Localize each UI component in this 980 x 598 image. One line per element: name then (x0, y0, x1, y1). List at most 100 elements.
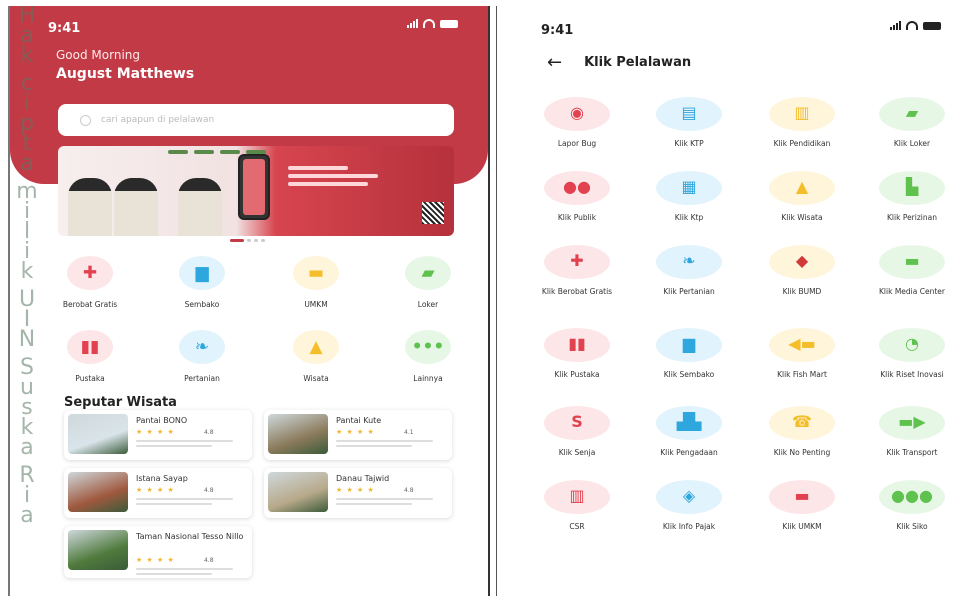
service-item[interactable]: ▬▶ Klik Transport (857, 406, 967, 472)
place-description (336, 440, 444, 450)
medkit-icon: ✚ (570, 251, 584, 270)
service-item[interactable]: ▙ Klik Perizinan (857, 171, 967, 237)
back-arrow-icon[interactable]: ← (547, 52, 562, 73)
watermark-text: Hak cipta milik UIN Suska Ria (16, 6, 38, 528)
carousel-dot[interactable] (230, 239, 244, 242)
emblem-icon: ◆ (795, 251, 809, 270)
section-title: Seputar Wisata (64, 395, 177, 410)
service-label: Klik Info Pajak (662, 522, 716, 531)
menu-item[interactable]: ▲ Wisata (266, 330, 366, 390)
place-thumbnail (268, 472, 328, 512)
rating-value: 4.8 (404, 487, 414, 494)
menu-label: UMKM (304, 300, 328, 309)
service-item[interactable]: ▦ Klik Ktp (634, 171, 744, 237)
service-item[interactable]: ▥ CSR (522, 480, 632, 546)
fish-icon: ◀▬ (788, 334, 816, 353)
tourism-icon: ▲ (795, 177, 809, 196)
service-item[interactable]: ◔ Klik Riset Inovasi (857, 328, 967, 394)
menu-item[interactable]: ••• Lainnya (378, 330, 478, 390)
menu-label: Berobat Gratis (62, 300, 118, 309)
service-label: Klik Pengadaan (660, 448, 718, 457)
service-item[interactable]: ▆ Klik Sembako (634, 328, 744, 394)
service-item[interactable]: ☎ Klik No Penting (747, 406, 857, 472)
service-item[interactable]: ▤ Klik KTP (634, 97, 744, 163)
place-name: Taman Nasional Tesso Nillo (136, 532, 244, 541)
service-label: Klik Fish Mart (777, 370, 827, 379)
place-name: Danau Tajwid (336, 474, 390, 483)
menu-label: Wisata (303, 374, 329, 383)
carousel-indicator[interactable] (230, 239, 265, 242)
store-icon: ▬ (794, 486, 810, 505)
tourism-icon: ▲ (309, 337, 323, 357)
service-label: Klik Loker (893, 139, 931, 148)
place-card[interactable]: Danau Tajwid ★ ★ ★ ★ 4.8 (264, 468, 452, 518)
people-icon: ●● (563, 177, 591, 196)
place-name: Istana Sayap (136, 474, 188, 483)
official-photo (114, 178, 158, 236)
menu-item[interactable]: ▬ UMKM (266, 256, 366, 316)
place-thumbnail (68, 414, 128, 454)
carousel-dot[interactable] (247, 239, 251, 242)
service-item[interactable]: ▮▮ Klik Pustaka (522, 328, 632, 394)
service-item[interactable]: ◈ Klik Info Pajak (634, 480, 744, 546)
service-item[interactable]: ✚ Klik Berobat Gratis (522, 245, 632, 311)
service-item[interactable]: ◀▬ Klik Fish Mart (747, 328, 857, 394)
battery-icon (440, 20, 458, 28)
service-label: Klik Siko (896, 522, 928, 531)
service-item[interactable]: ◉ Lapor Bug (522, 97, 632, 163)
menu-item[interactable]: ▆ Sembako (152, 256, 252, 316)
service-item[interactable]: ●● Klik Publik (522, 171, 632, 237)
place-name: Pantai BONO (136, 416, 188, 425)
service-label: Klik Berobat Gratis (541, 287, 613, 296)
place-card[interactable]: Pantai Kute ★ ★ ★ ★ 4.1 (264, 410, 452, 460)
top-nav: ← Klik Pelalawan (547, 52, 691, 73)
search-input[interactable]: cari apapun di pelalawan (58, 104, 454, 136)
menu-item[interactable]: ▰ Loker (378, 256, 478, 316)
service-label: Klik UMKM (782, 522, 822, 531)
promo-banner[interactable] (58, 146, 454, 236)
service-item[interactable]: ▬ Klik UMKM (747, 480, 857, 546)
service-label: Klik BUMD (782, 287, 822, 296)
signal-icon (407, 19, 418, 28)
carousel-dot[interactable] (261, 239, 265, 242)
status-time: 9:41 (541, 23, 574, 38)
service-item[interactable]: ●●● Klik Siko (857, 480, 967, 546)
id-card-hand-icon: ▦ (681, 177, 697, 196)
service-item[interactable]: ▥ Klik Pendidikan (747, 97, 857, 163)
phone-support-icon: ☎ (792, 412, 812, 431)
service-item[interactable]: ▟▙ Klik Pengadaan (634, 406, 744, 472)
place-card[interactable]: Istana Sayap ★ ★ ★ ★ 4.8 (64, 468, 252, 518)
search-icon (80, 114, 91, 126)
carousel-dot[interactable] (254, 239, 258, 242)
rating-stars: ★ ★ ★ ★ (136, 556, 175, 564)
group-icon: ●●● (891, 486, 933, 505)
signal-icon (890, 21, 901, 30)
service-item[interactable]: ❧ Klik Pertanian (634, 245, 744, 311)
rating-value: 4.8 (204, 487, 214, 494)
place-card[interactable]: Pantai BONO ★ ★ ★ ★ 4.8 (64, 410, 252, 460)
place-name: Pantai Kute (336, 416, 382, 425)
place-description (336, 498, 444, 508)
menu-label: Loker (417, 300, 439, 309)
service-item[interactable]: ◆ Klik BUMD (747, 245, 857, 311)
service-item[interactable]: ▲ Klik Wisata (747, 171, 857, 237)
menu-item[interactable]: ✚ Berobat Gratis (40, 256, 140, 316)
wifi-icon (423, 19, 435, 28)
menu-label: Lainnya (413, 374, 443, 383)
service-label: Klik KTP (674, 139, 704, 148)
service-label: Klik Transport (886, 448, 938, 457)
service-label: Klik Ktp (674, 213, 704, 222)
service-item[interactable]: ▰ Klik Loker (857, 97, 967, 163)
place-card[interactable]: Taman Nasional Tesso Nillo ★ ★ ★ ★ 4.8 (64, 526, 252, 578)
menu-item[interactable]: ▮▮ Pustaka (40, 330, 140, 390)
official-photo (68, 178, 112, 236)
service-item[interactable]: S Klik Senja (522, 406, 632, 472)
menu-item[interactable]: ❧ Pertanian (152, 330, 252, 390)
rating-value: 4.8 (204, 557, 214, 564)
service-label: Klik No Penting (773, 448, 831, 457)
user-name: August Matthews (56, 66, 195, 82)
truck-icon: ▬▶ (898, 412, 926, 431)
service-item[interactable]: ▬ Klik Media Center (857, 245, 967, 311)
greeting-text: Good Morning (56, 48, 140, 62)
service-label: Klik Sembako (663, 370, 715, 379)
